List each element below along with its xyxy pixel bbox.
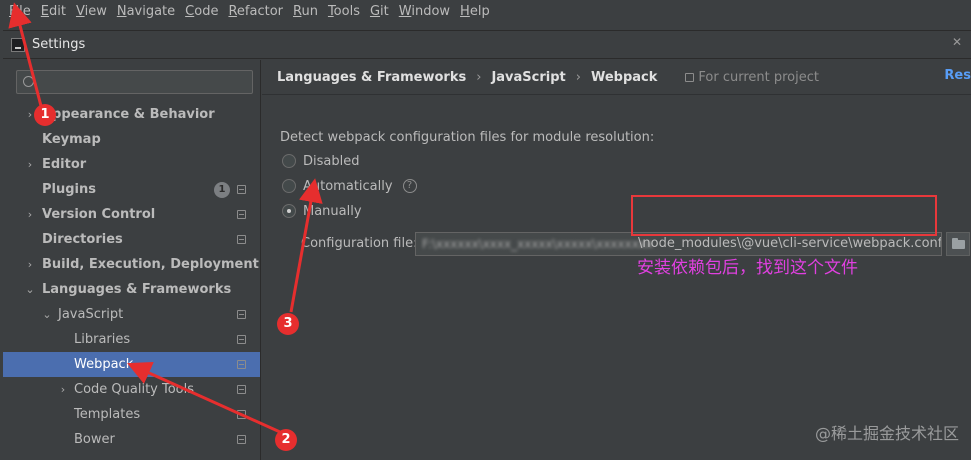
annotation-highlight-box [631,195,937,236]
annotation-note: 安装依赖包后，找到这个文件 [637,258,858,278]
annotation-number-2: 2 [275,429,297,451]
watermark: @稀土掘金技术社区 [814,424,959,443]
annotation-arrow-1 [8,2,43,107]
annotation-arrow-3 [289,178,323,313]
annotation-number-1: 1 [34,104,56,126]
annotation-arrow-2 [127,361,281,434]
annotation-number-3: 3 [277,313,299,335]
